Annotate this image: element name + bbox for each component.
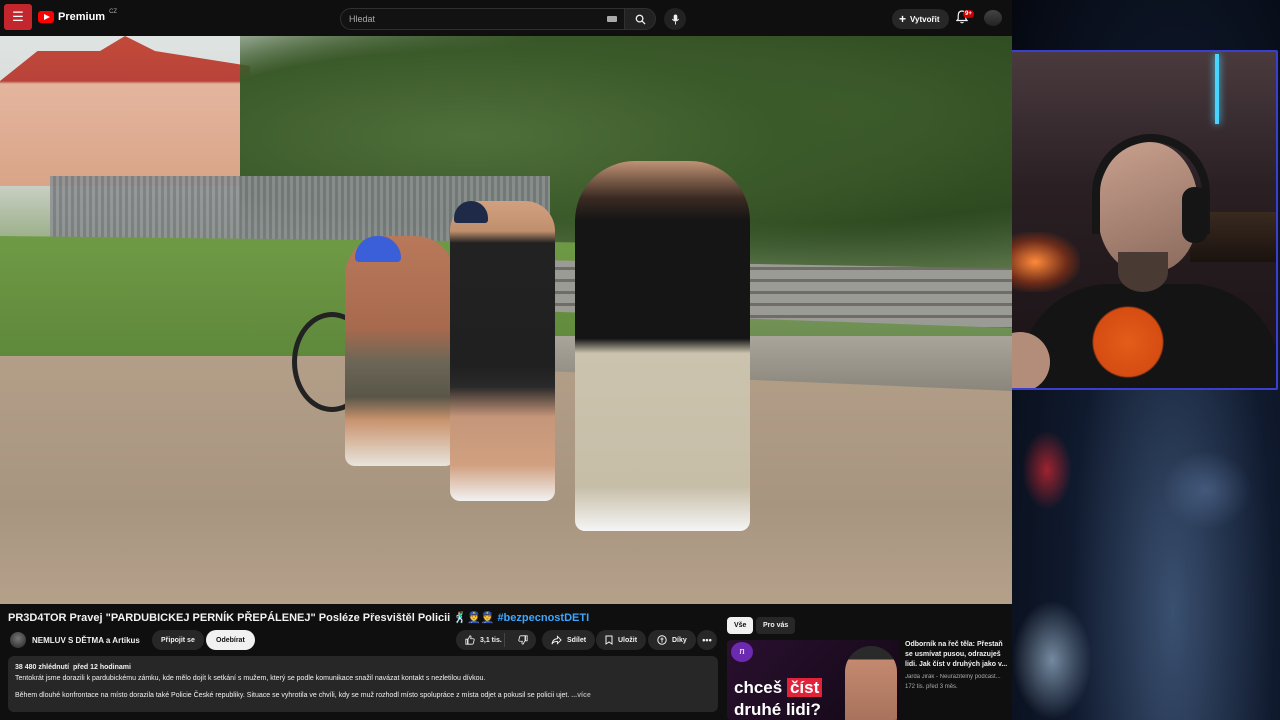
video-title-text: PR3D4TOR Pravej "PARDUBICKEJ PERNÍK PŘEP… <box>8 612 495 624</box>
channel-logo-icon: n <box>731 642 753 662</box>
dislike-button[interactable] <box>510 635 536 645</box>
youtube-topbar: ☰ Premium CZ Hledat + Vytvořit 9+ <box>0 0 1012 36</box>
thumbnail-text-line-1: chceš číst <box>734 678 823 698</box>
thumbs-up-icon <box>465 635 475 645</box>
search-input[interactable]: Hledat <box>340 8 626 30</box>
search-placeholder: Hledat <box>349 14 376 24</box>
webcam-shirt-logo <box>1086 296 1170 388</box>
share-button[interactable]: Sdílet <box>542 630 596 650</box>
search-button[interactable] <box>624 8 656 30</box>
menu-button[interactable]: ☰ <box>4 4 32 30</box>
hamburger-icon: ☰ <box>12 9 24 24</box>
show-more-link[interactable]: ...více <box>571 692 590 699</box>
thumbnail-highlight-word: číst <box>786 678 823 697</box>
thumbnail-person <box>845 646 897 720</box>
screen: ☰ Premium CZ Hledat + Vytvořit 9+ PR3D4T… <box>0 0 1280 720</box>
recommended-video-channel[interactable]: Jarda Jirák - Neurazitelný podcast... <box>905 674 1009 680</box>
person-left <box>345 236 455 466</box>
create-button[interactable]: + Vytvořit <box>892 9 949 29</box>
person-middle <box>450 201 555 501</box>
account-avatar[interactable] <box>984 10 1002 26</box>
save-label: Uložit <box>618 636 638 644</box>
like-button[interactable]: 3,1 tis. <box>456 633 505 647</box>
video-title: PR3D4TOR Pravej "PARDUBICKEJ PERNÍK PŘEP… <box>8 611 589 624</box>
channel-avatar[interactable] <box>10 632 26 648</box>
plus-icon: + <box>899 12 907 26</box>
thumbnail-text-line-2: druhé lidi? <box>734 700 821 719</box>
join-button[interactable]: Připojit se <box>152 630 204 650</box>
webcam-person-beard <box>1118 252 1168 292</box>
search-icon <box>635 14 646 25</box>
youtube-premium-logo[interactable]: Premium CZ <box>38 9 118 23</box>
share-arrow-icon <box>551 635 562 645</box>
share-label: Sdílet <box>567 636 587 644</box>
description-line-2-text: Během dlouhé konfrontace na místo dorazi… <box>15 692 570 699</box>
thanks-button[interactable]: Díky <box>648 630 696 650</box>
headphone-cup <box>1182 187 1208 243</box>
description-line-1: Tentokrát jsme dorazili k pardubickému z… <box>15 675 486 682</box>
background-light <box>1162 450 1252 530</box>
video-hashtag-link[interactable]: #bezpecnostDETI <box>497 612 589 624</box>
thanks-label: Díky <box>672 636 687 644</box>
recommended-video-meta: 172 tis. před 3 měs. <box>905 684 958 690</box>
logo-text: Premium <box>58 11 106 23</box>
video-scene-house <box>0 36 250 186</box>
subscribe-button[interactable]: Odebírat <box>206 630 255 650</box>
region-code: CZ <box>109 9 118 15</box>
thumbnail-word: chceš <box>734 678 783 697</box>
dark-cap <box>454 201 488 223</box>
like-count: 3,1 tis. <box>480 636 502 644</box>
filter-chip-all[interactable]: Vše <box>727 617 754 634</box>
bookmark-icon <box>605 635 613 645</box>
video-player[interactable] <box>0 36 1012 604</box>
video-description[interactable]: 38 480 zhlédnutí před 12 hodinami Tentok… <box>8 656 718 712</box>
voice-search-button[interactable] <box>664 8 686 30</box>
description-line-2: Během dlouhé konfrontace na místo dorazi… <box>15 690 711 701</box>
background-light <box>1022 430 1072 510</box>
channel-name[interactable]: NEMLUV S DĚTMA a Artikus <box>32 636 140 645</box>
filter-chip-for-you[interactable]: Pro vás <box>756 617 796 634</box>
streamer-webcam <box>988 50 1278 390</box>
create-label: Vytvořit <box>910 14 940 24</box>
keyboard-icon[interactable] <box>607 16 617 22</box>
webcam-led-strip <box>1215 54 1219 124</box>
thumbs-down-icon <box>518 635 528 645</box>
like-dislike-group: 3,1 tis. <box>456 630 536 650</box>
super-thanks-icon <box>657 635 667 645</box>
person-right <box>575 161 750 531</box>
more-dots-icon: ••• <box>702 635 712 645</box>
recommended-video-title[interactable]: Odborník na řeč těla: Přestaň se usmívat… <box>905 640 1009 670</box>
notification-count-badge: 9+ <box>963 10 974 18</box>
save-button[interactable]: Uložit <box>596 630 647 650</box>
view-count: 38 480 zhlédnutí <box>15 664 70 671</box>
upload-age: před 12 hodinami <box>72 664 131 671</box>
description-stats: 38 480 zhlédnutí před 12 hodinami <box>15 662 711 673</box>
more-actions-button[interactable]: ••• <box>697 630 717 650</box>
recommended-video-thumbnail[interactable]: n chceš číst druhé lidi? <box>727 640 899 720</box>
background-light <box>1012 600 1092 720</box>
microphone-icon <box>671 14 679 24</box>
youtube-play-icon <box>38 11 54 23</box>
